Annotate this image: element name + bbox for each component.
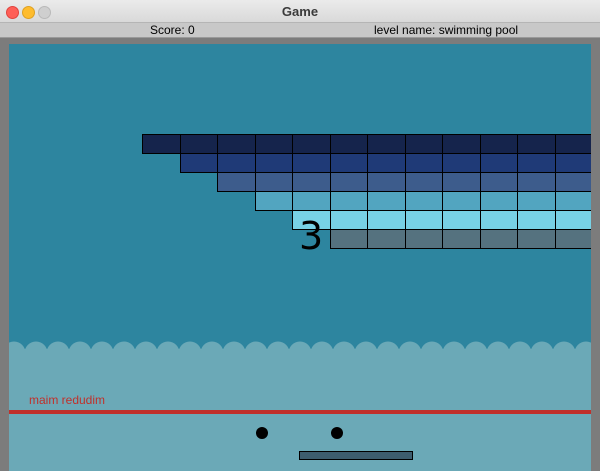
brick: [479, 172, 518, 192]
brick: [404, 134, 443, 154]
brick: [329, 229, 368, 249]
brick: [517, 210, 556, 230]
brick: [479, 229, 518, 249]
brick: [554, 210, 591, 230]
brick: [404, 191, 443, 211]
brick: [442, 229, 481, 249]
window-title: Game: [281, 4, 319, 19]
brick: [329, 153, 368, 173]
death-line: [9, 410, 591, 414]
brick: [554, 153, 591, 173]
brick: [254, 153, 293, 173]
paddle[interactable]: [299, 451, 413, 460]
brick: [404, 229, 443, 249]
brick: [367, 210, 406, 230]
left-wall: [0, 38, 9, 471]
brick: [217, 134, 256, 154]
brick: [517, 191, 556, 211]
brick: [217, 153, 256, 173]
brick: [367, 153, 406, 173]
right-wall: [591, 38, 600, 471]
brick: [292, 153, 331, 173]
brick: [517, 229, 556, 249]
brick: [554, 191, 591, 211]
brick: [292, 172, 331, 192]
brick: [367, 191, 406, 211]
brick: [254, 134, 293, 154]
brick: [554, 134, 591, 154]
brick: [479, 134, 518, 154]
ball: [256, 427, 268, 439]
ball: [331, 427, 343, 439]
brick: [329, 191, 368, 211]
brick: [479, 210, 518, 230]
brick: [517, 172, 556, 192]
brick: [442, 153, 481, 173]
brick: [329, 210, 368, 230]
brick: [367, 134, 406, 154]
brick: [442, 210, 481, 230]
brick: [367, 229, 406, 249]
brick: [404, 172, 443, 192]
play-field: 3 maim redudim: [9, 44, 591, 471]
brick: [254, 191, 293, 211]
brick: [217, 172, 256, 192]
countdown-number: 3: [299, 214, 324, 258]
brick: [554, 172, 591, 192]
brick: [179, 134, 218, 154]
brick: [329, 172, 368, 192]
game-canvas[interactable]: 3 maim redudim: [0, 38, 600, 471]
brick: [179, 153, 218, 173]
brick: [329, 134, 368, 154]
status-bar: Score: 0 level name: swimming pool: [0, 23, 600, 38]
brick: [442, 134, 481, 154]
brick: [292, 191, 331, 211]
brick: [404, 153, 443, 173]
brick: [517, 134, 556, 154]
brick: [254, 172, 293, 192]
water-waves: [9, 341, 591, 353]
brick: [479, 191, 518, 211]
brick: [404, 210, 443, 230]
brick: [292, 134, 331, 154]
score-indicator: Score: 0: [150, 23, 195, 37]
brick: [517, 153, 556, 173]
brick: [554, 229, 591, 249]
brick: [479, 153, 518, 173]
brick: [367, 172, 406, 192]
death-zone-label: maim redudim: [29, 393, 106, 407]
brick: [142, 134, 181, 154]
level-name-indicator: level name: swimming pool: [374, 23, 519, 37]
brick: [442, 172, 481, 192]
window-titlebar: Game: [0, 0, 600, 23]
brick: [442, 191, 481, 211]
